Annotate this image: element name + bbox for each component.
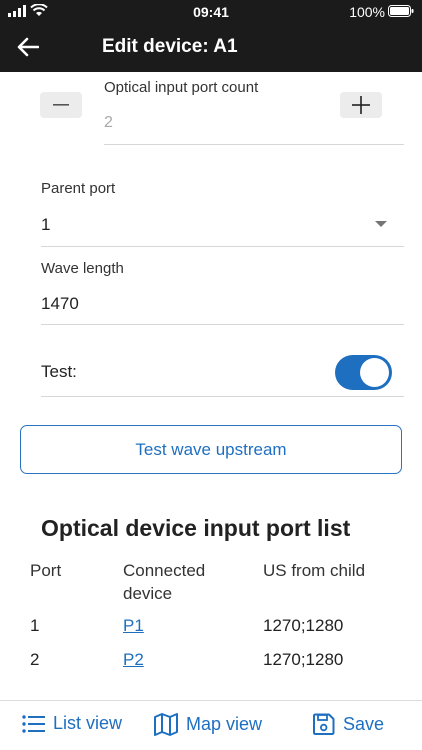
divider [41,246,404,247]
save-button[interactable]: Save [312,713,384,736]
back-button[interactable] [14,33,42,61]
wave-length-input[interactable]: 1470 [41,294,79,314]
wave-length-label: Wave length [41,260,124,277]
test-wave-upstream-button[interactable]: Test wave upstream [20,425,402,474]
increment-button[interactable] [340,92,382,118]
arrow-left-icon [17,37,39,57]
test-toggle[interactable] [335,355,392,390]
parent-port-label: Parent port [41,180,116,197]
list-view-label: List view [53,713,123,733]
map-view-button[interactable]: Map view [154,713,262,736]
decrement-button[interactable] [40,92,82,118]
header-us-from-child: US from child [263,561,366,580]
status-bar: 09:41 100% [0,0,422,22]
row-2-port: 2 [30,650,40,669]
map-view-label: Map view [186,714,263,734]
plus-icon [352,96,370,114]
parent-port-select[interactable]: 1 [41,215,50,235]
divider [41,396,404,397]
row-2-device-link[interactable]: P2 [123,650,144,670]
battery-percent: 100% [349,4,385,20]
dropdown-arrow-icon[interactable] [375,221,387,227]
header-port: Port [30,561,62,580]
list-view-button[interactable]: List view [22,713,122,734]
test-label: Test: [41,362,77,381]
bottom-nav: List view Map view Save [0,700,422,750]
toggle-knob [360,358,389,387]
row-1-us: 1270;1280 [263,616,344,635]
app-bar: Edit device: A1 [0,22,422,72]
header-connected-device: Connected device [123,561,206,603]
minus-icon [53,104,69,106]
save-icon [313,713,335,735]
port-list-title: Optical device input port list [41,515,351,541]
map-icon [154,713,178,736]
save-label: Save [343,714,385,734]
page-title: Edit device: A1 [102,36,238,57]
divider [41,324,404,325]
optical-input-port-count-input[interactable]: 2 [104,114,113,132]
row-1-port: 1 [30,616,40,635]
optical-input-port-count-label: Optical input port count [104,79,259,96]
row-2-us: 1270;1280 [263,650,344,669]
battery-icon [388,5,414,17]
divider [104,144,404,145]
row-1-device-link[interactable]: P1 [123,616,144,636]
list-icon [22,714,45,733]
